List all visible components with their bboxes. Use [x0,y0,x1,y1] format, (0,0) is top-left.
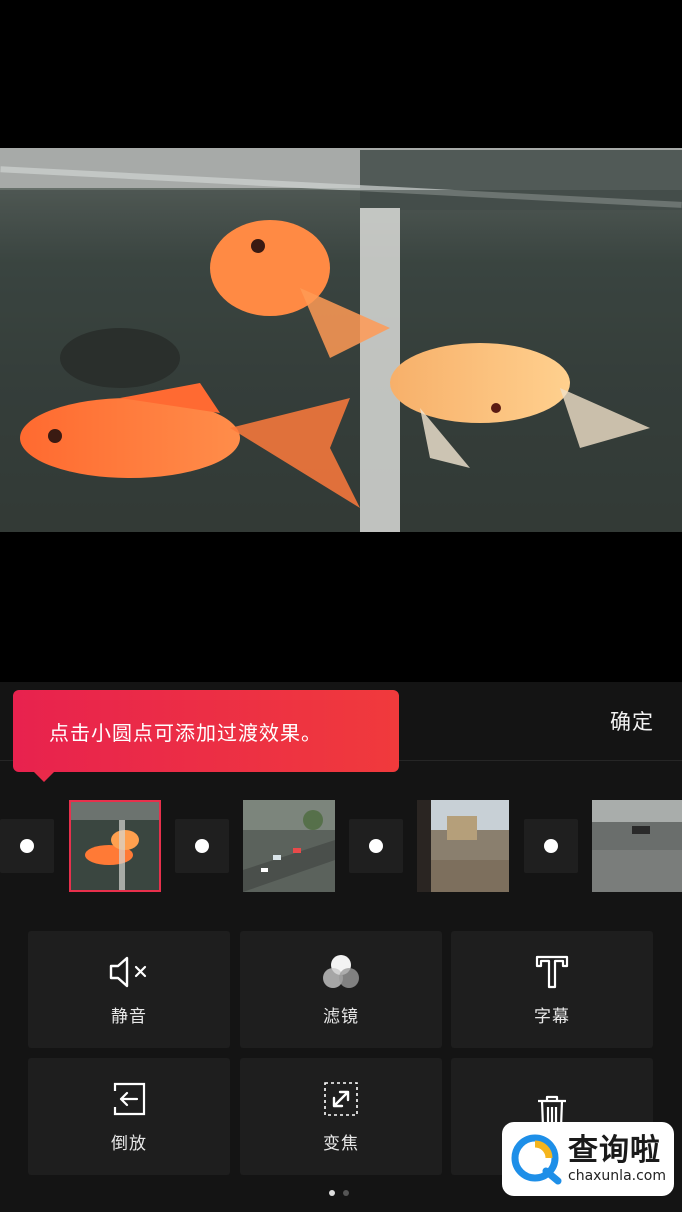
transition-dot-button[interactable] [175,819,229,873]
plaza-thumbnail-image [592,800,682,892]
page-dot [343,1190,349,1196]
clip-thumbnail-street[interactable] [243,800,335,892]
subtitle-button[interactable]: 字幕 [451,931,653,1048]
clip-timeline[interactable] [0,800,682,892]
goldfish-thumbnail-image [69,800,161,892]
page-dot-active [329,1190,335,1196]
transition-dot-button[interactable] [0,819,54,873]
transition-dot-button[interactable] [524,819,578,873]
dot-icon [20,839,34,853]
watermark-cn-text: 查询啦 [568,1133,661,1168]
magnifier-logo-icon [511,1134,562,1185]
transition-hint-tooltip: 点击小圆点可添加过渡效果。 [13,690,399,772]
window-thumbnail-image [417,800,509,892]
zoom-label: 变焦 [323,1134,359,1154]
speaker-mute-icon [107,952,151,992]
reverse-button[interactable]: 倒放 [28,1058,230,1175]
video-preview[interactable] [0,148,682,532]
mute-label: 静音 [111,1007,147,1027]
zoom-button[interactable]: 变焦 [240,1058,442,1175]
subtitle-label: 字幕 [534,1007,570,1027]
street-thumbnail-image [243,800,335,892]
filter-icon [319,952,363,992]
filter-label: 滤镜 [323,1007,359,1027]
reverse-label: 倒放 [111,1134,147,1154]
confirm-button[interactable]: 确定 [610,706,654,736]
clip-thumbnail-plaza[interactable] [592,800,682,892]
zoom-expand-icon [319,1079,363,1119]
tooltip-text: 点击小圆点可添加过渡效果。 [49,720,322,745]
filter-button[interactable]: 滤镜 [240,931,442,1048]
reverse-icon [107,1079,151,1119]
dot-icon [544,839,558,853]
page-indicator [329,1190,349,1196]
site-watermark-logo: 查询啦 chaxunla.com [502,1122,674,1196]
text-icon [530,952,574,992]
transition-dot-button[interactable] [349,819,403,873]
clip-thumbnail-window[interactable] [417,800,509,892]
mute-button[interactable]: 静音 [28,931,230,1048]
tooltip-arrow [32,770,56,782]
clip-thumbnail-goldfish[interactable] [69,800,161,892]
goldfish-tank-image [0,148,682,532]
watermark-url-text: chaxunla.com [568,1168,666,1184]
dot-icon [369,839,383,853]
dot-icon [195,839,209,853]
